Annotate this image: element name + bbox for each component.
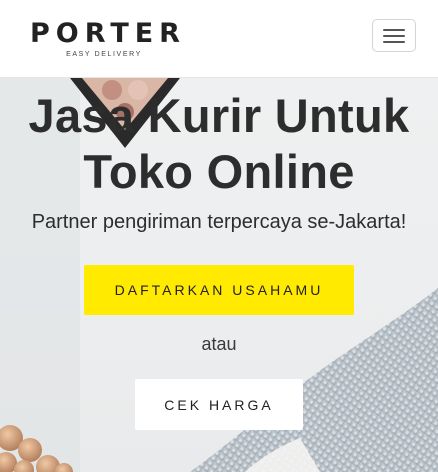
brand-tagline: EASY DELIVERY [66,51,142,58]
hero-title: Jasa Kurir Untuk Toko Online [0,88,438,200]
navbar-toggle-button[interactable] [372,19,416,52]
hero-content: Jasa Kurir Untuk Toko Online Partner pen… [0,78,438,472]
brand-logo[interactable]: PORTER EASY DELIVERY [28,18,188,60]
brand-name: PORTER [30,18,186,49]
hero-title-line-2: Toko Online [83,145,355,198]
check-price-button[interactable]: CEK HARGA [135,379,303,430]
hero-section: Jasa Kurir Untuk Toko Online Partner pen… [0,78,438,472]
register-business-button[interactable]: DAFTARKAN USAHAMU [84,265,354,315]
or-separator-text: atau [201,334,237,354]
hero-title-line-1: Jasa Kurir Untuk [28,89,410,142]
hero-subtitle: Partner pengiriman terpercaya se-Jakarta… [31,211,407,233]
navbar: PORTER EASY DELIVERY [0,0,438,78]
